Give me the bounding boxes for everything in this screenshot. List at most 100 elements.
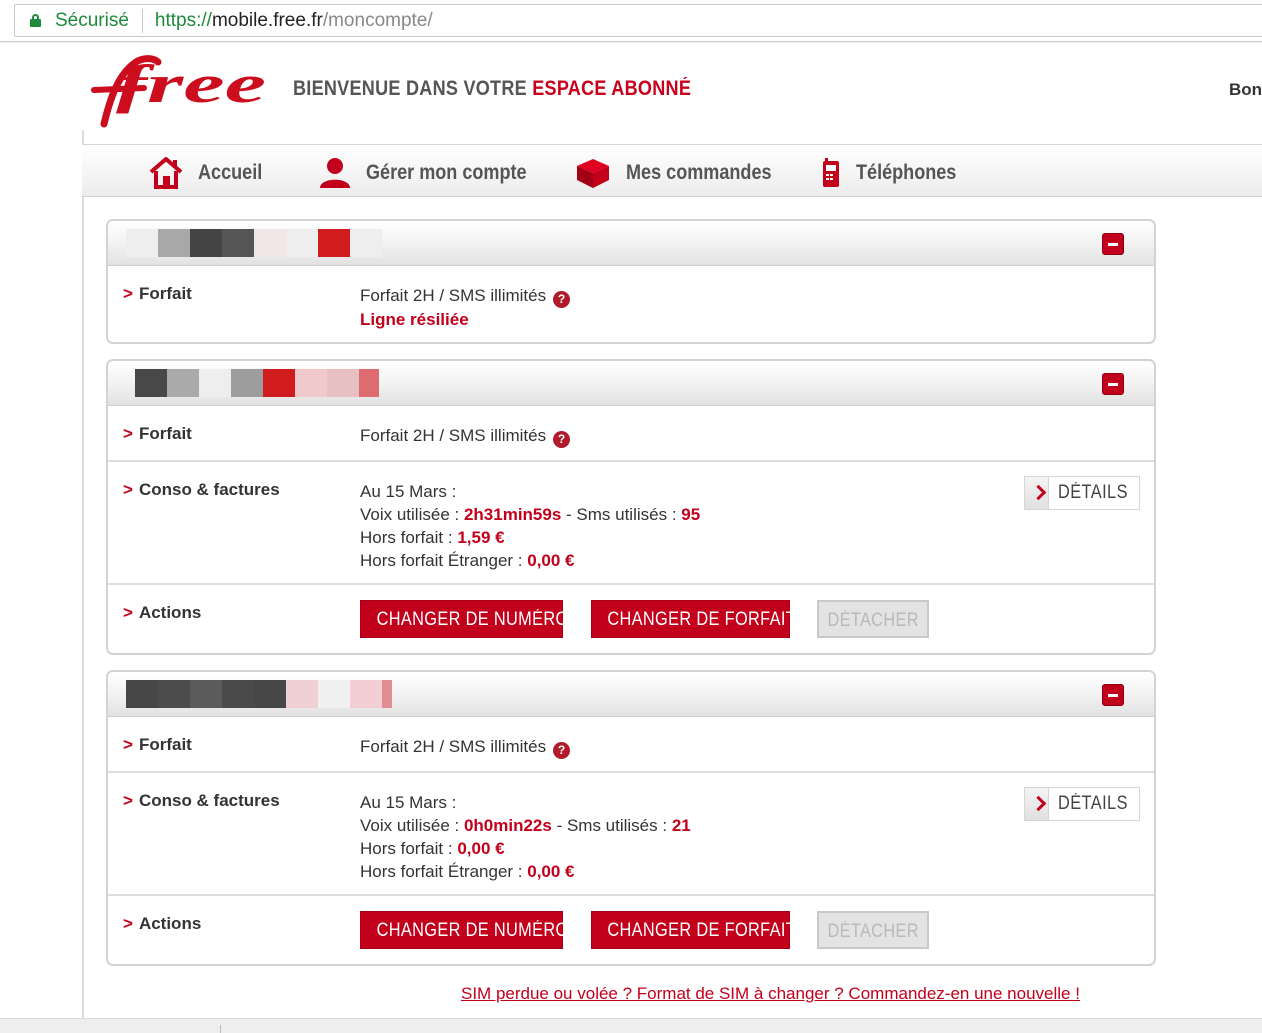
- change-number-button[interactable]: CHANGER DE NUMÉRO: [360, 600, 568, 638]
- forfait-row: > Forfait Forfait 2H / SMS illimités?: [108, 406, 1154, 462]
- conso-date: Au 15 Mars :: [360, 482, 457, 501]
- redacted-pixel: [318, 229, 350, 257]
- redacted-number: [135, 369, 379, 397]
- line-panel-header: [108, 361, 1154, 406]
- chevron-right-icon: [1025, 788, 1049, 820]
- actions-row: > Actions CHANGER DE NUMÉRO CHANGER DE FO…: [108, 585, 1154, 653]
- line-panel-header: [108, 672, 1154, 717]
- collapse-icon[interactable]: [1102, 684, 1124, 706]
- forfait-row: > Forfait Forfait 2H / SMS illimités? Lig…: [108, 266, 1154, 342]
- chevron-right-icon: [1025, 477, 1049, 509]
- change-plan-button[interactable]: CHANGER DE FORFAIT: [591, 911, 796, 949]
- redacted-pixel: [190, 229, 222, 257]
- row-label: > Forfait: [123, 424, 192, 443]
- plan-name: Forfait 2H / SMS illimités: [360, 426, 547, 445]
- phone-icon: [823, 158, 839, 187]
- hors-forfait-amount: 0,00 €: [457, 839, 505, 858]
- row-label: > Forfait: [123, 735, 192, 754]
- welcome-highlight: ESPACE ABONNÉ: [532, 77, 692, 100]
- redacted-pixel: [382, 680, 392, 708]
- forfait-value: Forfait 2H / SMS illimités?: [360, 735, 571, 759]
- bottom-strip: [0, 1018, 1262, 1033]
- hors-forfait-amount: 1,59 €: [457, 528, 505, 547]
- row-label: > Conso & factures: [123, 480, 280, 499]
- help-icon[interactable]: ?: [553, 291, 571, 308]
- secure-label: Sécurisé: [55, 9, 129, 31]
- details-button[interactable]: DÉTAILS: [1024, 476, 1140, 510]
- sms-used: 21: [671, 816, 691, 835]
- change-number-button[interactable]: CHANGER DE NUMÉRO: [360, 911, 568, 949]
- plan-name: Forfait 2H / SMS illimités: [360, 737, 547, 756]
- redacted-number: [126, 680, 392, 708]
- actions-row: > Actions CHANGER DE NUMÉRO CHANGER DE FO…: [108, 896, 1154, 964]
- redacted-pixel: [318, 680, 350, 708]
- conso-values: Au 15 Mars : Voix utilisée : 2h31min59s …: [360, 482, 701, 570]
- lock-icon: [30, 14, 41, 27]
- forfait-row: > Forfait Forfait 2H / SMS illimités?: [108, 717, 1154, 773]
- page-left-rule: [82, 130, 84, 1018]
- redacted-pixel: [190, 680, 222, 708]
- nav-mes-commandes[interactable]: Mes commandes: [574, 157, 795, 189]
- redacted-pixel: [222, 229, 254, 257]
- redacted-pixel: [286, 229, 318, 257]
- row-label: > Actions: [123, 603, 202, 622]
- greeting-text: Bon: [1229, 80, 1262, 99]
- redacted-pixel: [350, 229, 382, 257]
- sim-replacement-link[interactable]: SIM perdue ou volée ? Format de SIM à ch…: [461, 984, 1080, 1004]
- free-logo[interactable]: free: [82, 54, 274, 128]
- url-text[interactable]: https://mobile.free.fr/moncompte/: [155, 10, 433, 32]
- redacted-pixel: [167, 369, 199, 397]
- redacted-pixel: [286, 680, 318, 708]
- details-button[interactable]: DÉTAILS: [1024, 787, 1140, 821]
- redacted-pixel: [231, 369, 263, 397]
- sms-used: 95: [681, 505, 701, 524]
- redacted-pixel: [158, 680, 190, 708]
- url-host: mobile.free.fr: [211, 9, 323, 31]
- browser-address-bar: Sécurisé https://mobile.free.fr/moncompt…: [0, 0, 1262, 42]
- redacted-pixel: [254, 229, 286, 257]
- logo-wordmark: free: [116, 54, 266, 114]
- main-nav: Accueil Gérer mon compte Mes commandes T…: [82, 144, 1262, 197]
- redacted-pixel: [254, 680, 286, 708]
- hors-forfait-etranger-amount: 0,00 €: [527, 862, 575, 881]
- user-icon: [320, 158, 350, 188]
- url-path: /moncompte/: [322, 9, 433, 31]
- conso-values: Au 15 Mars : Voix utilisée : 0h0min22s -…: [360, 793, 691, 881]
- help-icon[interactable]: ?: [553, 431, 571, 448]
- redacted-pixel: [158, 229, 190, 257]
- nav-gerer-compte[interactable]: Gérer mon compte: [318, 157, 553, 189]
- redacted-pixel: [135, 369, 167, 397]
- collapse-icon[interactable]: [1102, 373, 1124, 395]
- omnibox[interactable]: Sécurisé https://mobile.free.fr/moncompt…: [14, 4, 1262, 37]
- detach-button[interactable]: DÉTACHER: [817, 911, 929, 949]
- line-panel-header: [108, 221, 1154, 266]
- collapse-icon[interactable]: [1102, 233, 1124, 255]
- redacted-pixel: [295, 369, 327, 397]
- detach-button[interactable]: DÉTACHER: [817, 600, 929, 638]
- redacted-pixel: [327, 369, 359, 397]
- conso-row: > Conso & factures Au 15 Mars : Voix util…: [108, 773, 1154, 896]
- redacted-pixel: [126, 229, 158, 257]
- home-icon: [149, 157, 183, 189]
- nav-accueil[interactable]: Accueil: [148, 157, 273, 189]
- row-label: > Actions: [123, 914, 202, 933]
- change-plan-button[interactable]: CHANGER DE FORFAIT: [591, 600, 796, 638]
- conso-date: Au 15 Mars :: [360, 793, 457, 812]
- row-label: > Forfait: [123, 284, 192, 303]
- nav-label: Téléphones: [856, 161, 957, 184]
- forfait-value: Forfait 2H / SMS illimités? Ligne résili…: [360, 284, 571, 331]
- row-label: > Conso & factures: [123, 791, 280, 810]
- nav-telephones[interactable]: Téléphones: [820, 157, 973, 189]
- plan-name: Forfait 2H / SMS illimités: [360, 286, 547, 305]
- hors-forfait-etranger-amount: 0,00 €: [527, 551, 575, 570]
- redacted-pixel: [126, 680, 158, 708]
- forfait-value: Forfait 2H / SMS illimités?: [360, 424, 571, 448]
- nav-label: Mes commandes: [626, 161, 772, 184]
- line-panel: > Forfait Forfait 2H / SMS illimités? Lig…: [106, 219, 1156, 344]
- conso-row: > Conso & factures Au 15 Mars : Voix util…: [108, 462, 1154, 585]
- line-panel: > Forfait Forfait 2H / SMS illimités? > Co…: [106, 359, 1156, 655]
- help-icon[interactable]: ?: [553, 742, 571, 759]
- nav-label: Gérer mon compte: [366, 161, 527, 184]
- nav-label: Accueil: [198, 161, 263, 184]
- redacted-pixel: [222, 680, 254, 708]
